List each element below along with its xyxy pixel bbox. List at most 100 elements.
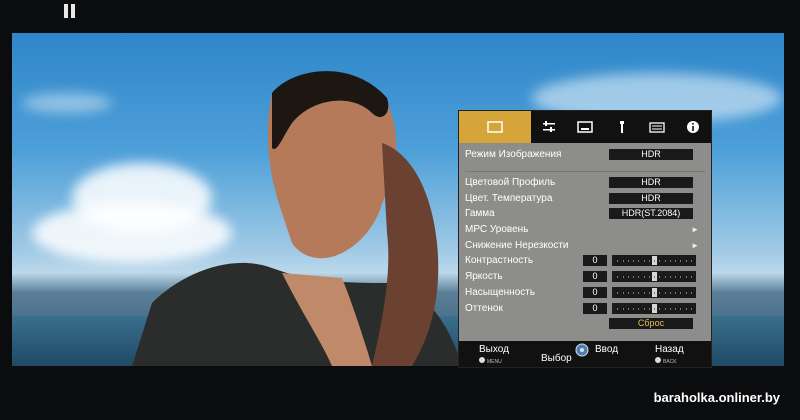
slider-tick	[643, 260, 645, 263]
info-icon	[687, 121, 699, 133]
slider-tick	[633, 291, 634, 294]
slider-tick	[648, 260, 650, 263]
back-button[interactable]: Назад BACK	[655, 344, 684, 366]
tab-input[interactable]	[639, 111, 675, 143]
slider-tick	[648, 291, 650, 294]
back-label: Назад	[655, 344, 684, 355]
slider-tick	[633, 307, 634, 310]
menu-tabs	[459, 111, 711, 143]
slider-tick	[659, 260, 661, 263]
slider-tick	[627, 276, 629, 279]
slider-tick	[659, 307, 661, 310]
menu-key-label: MENU	[487, 359, 502, 365]
row-color-profile[interactable]: Цветовой Профиль HDR	[465, 175, 705, 191]
chevron-right-icon: ►	[691, 240, 699, 250]
slider-tick	[638, 260, 640, 263]
brightness-slider[interactable]	[612, 271, 696, 283]
tab-settings[interactable]	[531, 111, 567, 143]
slider-tick	[685, 291, 687, 294]
row-gamma[interactable]: Гамма HDR(ST.2084)	[465, 206, 705, 222]
brightness-value: 0	[583, 271, 607, 283]
gamma-value[interactable]: HDR(ST.2084)	[609, 208, 693, 220]
row-color-temp[interactable]: Цвет. Температура HDR	[465, 190, 705, 206]
slider-tick	[659, 291, 661, 294]
slider-tick	[664, 291, 666, 294]
slider-tick	[669, 291, 671, 294]
saturation-slider[interactable]	[612, 286, 696, 298]
slider-tick	[690, 260, 692, 263]
cloud	[22, 93, 112, 113]
noise-reduction-label: Снижение Нерезкости	[465, 239, 569, 251]
slider-tick	[675, 307, 676, 310]
slider-tick	[669, 276, 671, 279]
slider-tick	[685, 307, 687, 310]
tab-info[interactable]	[675, 111, 711, 143]
row-hue[interactable]: Оттенок 0	[465, 300, 705, 316]
pause-icon[interactable]	[64, 4, 76, 18]
back-key-icon	[655, 357, 661, 363]
slider-tick	[690, 291, 692, 294]
tab-display[interactable]	[567, 111, 603, 143]
slider-tick	[648, 276, 650, 279]
row-contrast[interactable]: Контрастность 0	[465, 253, 705, 269]
exit-label: Выход	[479, 344, 509, 355]
slider-tick	[638, 307, 640, 310]
slider-tick	[654, 307, 655, 310]
row-saturation[interactable]: Насыщенность 0	[465, 285, 705, 301]
hue-value: 0	[583, 302, 607, 314]
couple-figure	[132, 71, 462, 366]
slider-tick	[633, 260, 634, 263]
slider-tick	[622, 291, 624, 294]
slider-tick	[690, 307, 692, 310]
slider-tick	[622, 307, 624, 310]
display-icon	[577, 121, 593, 133]
row-brightness[interactable]: Яркость 0	[465, 269, 705, 285]
select-label: Выбор	[541, 353, 572, 364]
slider-tick	[680, 307, 682, 310]
back-key-label: BACK	[663, 359, 677, 365]
contrast-slider[interactable]	[612, 255, 696, 267]
reset-button[interactable]: Сброс	[609, 317, 693, 329]
exit-button[interactable]: Выход MENU	[479, 344, 509, 366]
picture-settings-menu: Режим Изображения HDR Цветовой Профиль H…	[458, 110, 712, 368]
tab-setup[interactable]	[603, 111, 639, 143]
slider-tick	[675, 276, 676, 279]
color-profile-value[interactable]: HDR	[609, 177, 693, 189]
divider	[465, 163, 705, 172]
slider-tick	[690, 276, 692, 279]
slider-tick	[643, 307, 645, 310]
watermark: baraholka.onliner.by	[653, 390, 780, 405]
picture-icon	[487, 121, 503, 133]
slider-tick	[643, 276, 645, 279]
slider-tick	[648, 307, 650, 310]
hue-slider[interactable]	[612, 302, 696, 314]
slider-tick	[617, 276, 619, 279]
picture-mode-value[interactable]: HDR	[609, 149, 693, 161]
slider-tick	[675, 291, 676, 294]
chevron-right-icon: ►	[691, 225, 699, 235]
slider-tick	[654, 260, 655, 263]
slider-tick	[664, 307, 666, 310]
row-mpc-level[interactable]: МРС Уровень ►	[465, 222, 705, 238]
keyboard-icon	[649, 122, 665, 133]
slider-tick	[654, 291, 655, 294]
slider-tick	[680, 260, 682, 263]
slider-tick	[633, 276, 634, 279]
slider-tick	[685, 276, 687, 279]
tab-picture[interactable]	[459, 111, 531, 143]
slider-tick	[638, 291, 640, 294]
slider-tick	[675, 260, 676, 263]
enter-label: Ввод	[595, 344, 619, 355]
row-noise-reduction[interactable]: Снижение Нерезкости ►	[465, 237, 705, 253]
slider-tick	[617, 291, 619, 294]
slider-tick	[669, 260, 671, 263]
wrench-icon	[620, 121, 624, 133]
row-picture-mode[interactable]: Режим Изображения HDR	[465, 147, 705, 163]
color-temp-value[interactable]: HDR	[609, 192, 693, 204]
slider-tick	[685, 260, 687, 263]
slider-tick	[643, 291, 645, 294]
row-reset: Сброс	[465, 316, 705, 332]
slider-tick	[617, 307, 619, 310]
mpc-level-label: МРС Уровень	[465, 224, 529, 236]
slider-tick	[627, 291, 629, 294]
